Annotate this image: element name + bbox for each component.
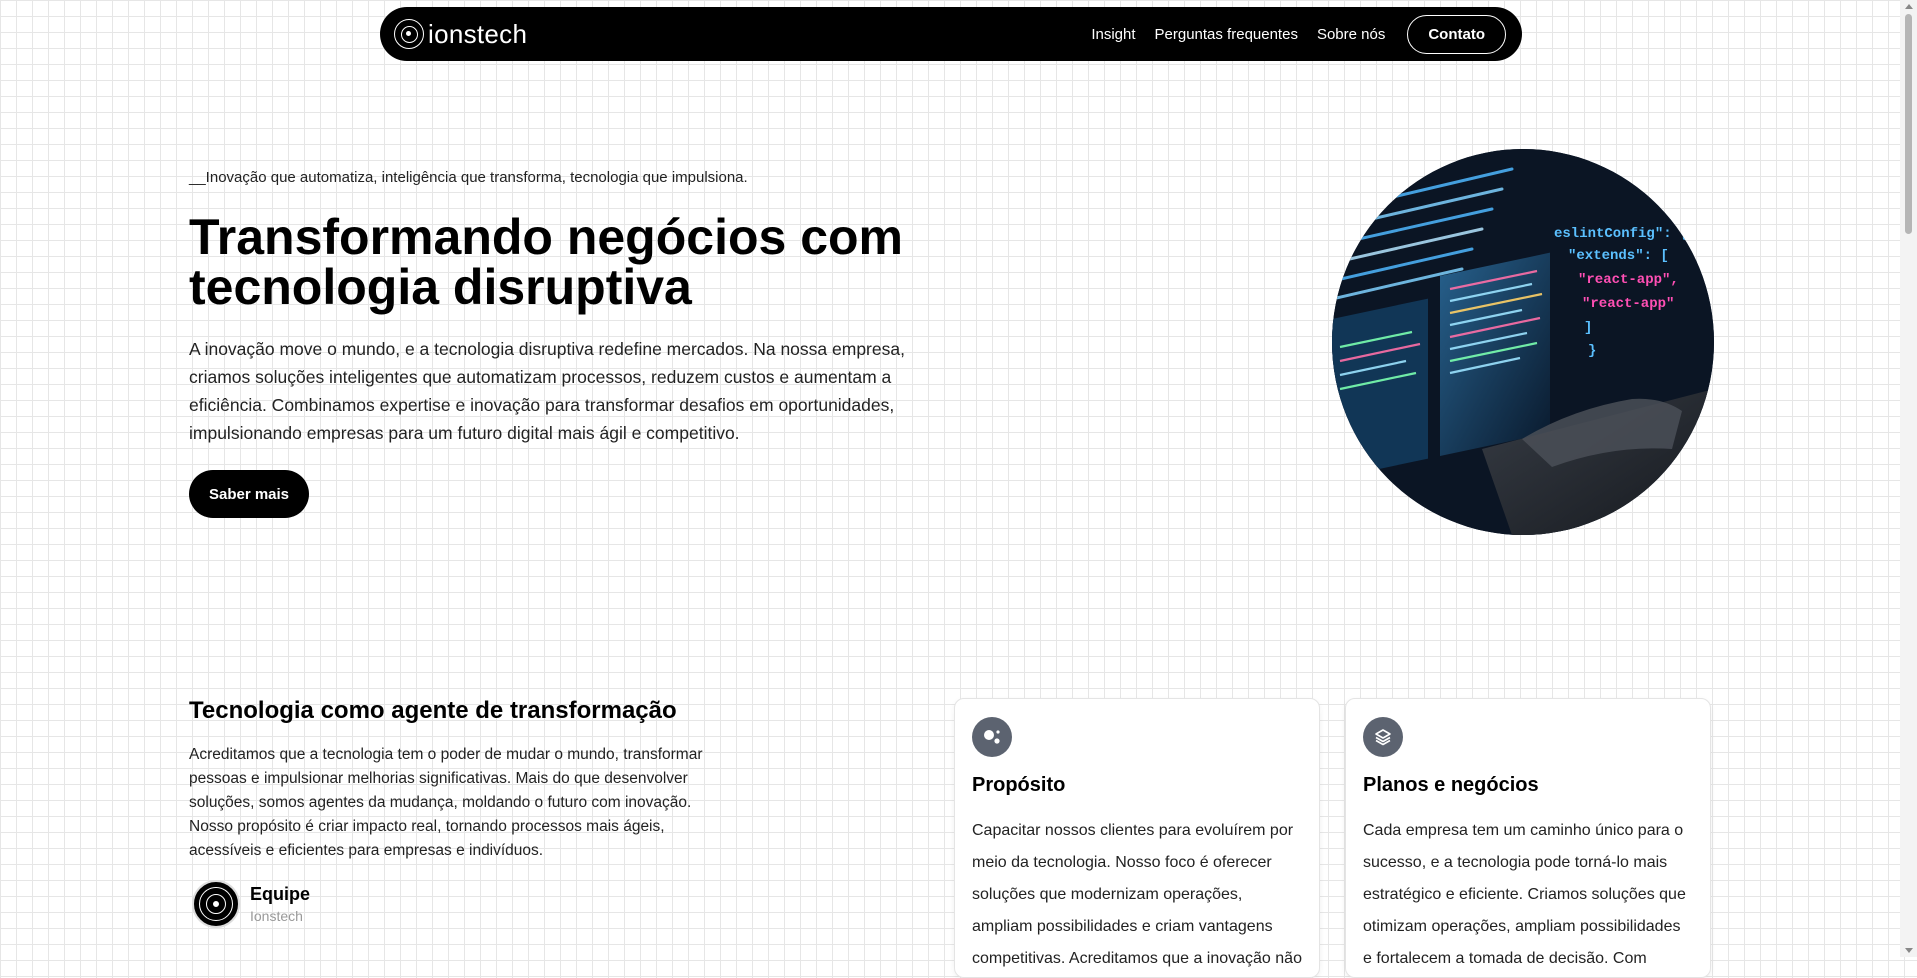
code-line-3: "react-app",: [1578, 272, 1679, 288]
code-screen-illustration: eslintConfig": { "extends": [ "react-app…: [1332, 149, 1714, 535]
card-plans: Planos e negócios Cada empresa tem um ca…: [1345, 698, 1711, 978]
nav-link-faq[interactable]: Perguntas frequentes: [1155, 26, 1298, 43]
card-title-purpose: Propósito: [972, 774, 1066, 796]
top-navbar: ionstech Insight Perguntas frequentes So…: [380, 7, 1522, 61]
section-text: Acreditamos que a tecnologia tem o poder…: [189, 746, 703, 859]
team-avatar: [192, 880, 240, 928]
nav-link-insight[interactable]: Insight: [1091, 26, 1135, 43]
team-badge: Equipe Ionstech: [192, 880, 310, 928]
card-title-plans: Planos e negócios: [1363, 774, 1539, 796]
ionstech-logo-icon: [394, 19, 424, 49]
hero-image: eslintConfig": { "extends": [ "react-app…: [1332, 149, 1714, 535]
brand-name: ionstech: [428, 18, 528, 49]
hero-title: Transformando negócios com tecnologia di…: [189, 209, 904, 315]
scroll-thumb[interactable]: [1905, 14, 1912, 234]
card-text-plans: Cada empresa tem um caminho único para o…: [1363, 822, 1686, 967]
code-line-6: }: [1588, 343, 1596, 359]
team-subtitle: Ionstech: [250, 908, 303, 924]
code-line-5: ]: [1584, 320, 1592, 336]
section-title: Tecnologia como agente de transformação: [189, 697, 677, 724]
scroll-down-arrow-icon[interactable]: [1905, 948, 1913, 953]
scroll-up-arrow-icon[interactable]: [1905, 4, 1913, 9]
code-line-2: "extends": [: [1568, 248, 1669, 264]
contact-button[interactable]: Contato: [1407, 14, 1506, 54]
code-line-4: "react-app": [1582, 296, 1674, 312]
purpose-icon: [972, 717, 1012, 757]
brand-logo[interactable]: ionstech: [394, 19, 527, 50]
card-purpose: Propósito Capacitar nossos clientes para…: [954, 698, 1320, 978]
page-scrollbar[interactable]: [1900, 0, 1917, 957]
nav-links: Insight Perguntas frequentes Sobre nós C…: [1091, 14, 1506, 54]
learn-more-button[interactable]: Saber mais: [189, 470, 309, 518]
card-text-purpose: Capacitar nossos clientes para evoluírem…: [972, 822, 1302, 967]
nav-link-about[interactable]: Sobre nós: [1317, 26, 1385, 43]
team-name: Equipe: [250, 884, 311, 904]
hero-description: A inovação move o mundo, e a tecnologia …: [189, 339, 905, 443]
layers-icon: [1363, 717, 1403, 757]
hero-tagline: __Inovação que automatiza, inteligência …: [189, 169, 748, 186]
code-line-1: eslintConfig": {: [1554, 226, 1688, 242]
